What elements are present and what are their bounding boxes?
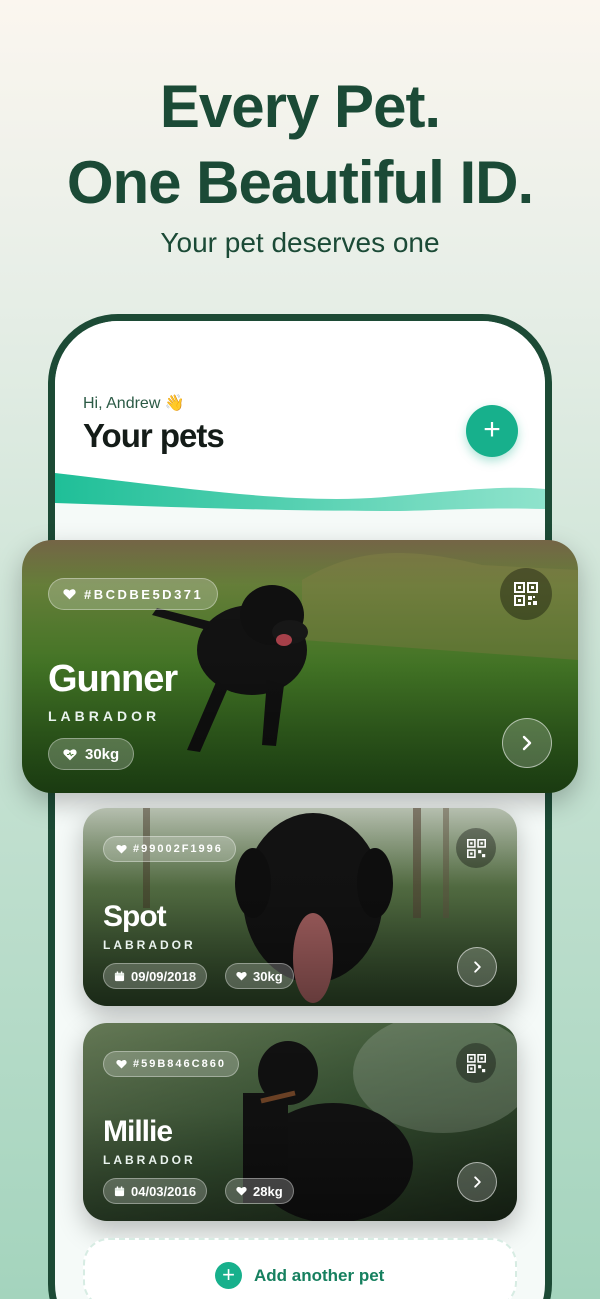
chevron-right-icon xyxy=(522,735,532,751)
pet-breed: LABRADOR xyxy=(48,708,161,724)
pet-breed: LABRADOR xyxy=(103,938,196,952)
pet-birthdate: 04/03/2016 xyxy=(131,1183,197,1199)
heart-icon xyxy=(63,589,76,600)
add-another-content: + Add another pet xyxy=(215,1262,384,1289)
page-title: Your pets xyxy=(83,417,225,454)
hero-title-line-2: One Beautiful ID. xyxy=(66,149,534,216)
pet-name: Millie xyxy=(103,1115,173,1148)
weight-badge: 28kg xyxy=(225,1178,294,1204)
pet-id: #99002F1996 xyxy=(133,843,223,855)
plus-icon: + xyxy=(215,1262,242,1289)
pet-id: #BCDBE5D371 xyxy=(84,586,204,602)
open-pet-button[interactable] xyxy=(457,947,497,987)
qr-code-icon xyxy=(514,582,538,606)
header-wave xyxy=(55,473,545,513)
pet-card[interactable]: #99002F1996 Spot LABRADOR 09/09/2018 30k… xyxy=(83,808,517,1006)
open-pet-button[interactable] xyxy=(457,1162,497,1202)
qr-code-icon xyxy=(466,838,486,858)
pet-birthdate: 09/09/2018 xyxy=(131,968,197,984)
weight-icon xyxy=(236,972,247,981)
hero-subtitle: Your pet deserves one xyxy=(160,227,440,258)
pet-id-badge: #BCDBE5D371 xyxy=(48,578,219,610)
pet-id: #59B846C860 xyxy=(133,1058,226,1070)
pet-id-badge: #99002F1996 xyxy=(103,836,236,862)
heart-icon xyxy=(116,845,127,854)
qr-code-button[interactable] xyxy=(500,568,552,620)
pet-name: Spot xyxy=(103,900,167,933)
pet-card[interactable]: #59B846C860 Millie LABRADOR 04/03/2016 2… xyxy=(83,1023,517,1221)
pet-weight: 30kg xyxy=(85,745,120,763)
add-another-pet-button[interactable]: + Add another pet xyxy=(83,1238,517,1299)
weight-icon xyxy=(63,748,77,760)
birthdate-badge: 04/03/2016 xyxy=(103,1178,208,1204)
pet-weight: 28kg xyxy=(253,1183,283,1199)
add-another-label: Add another pet xyxy=(254,1265,385,1285)
chevron-right-icon xyxy=(473,1176,481,1188)
weight-badge: 30kg xyxy=(48,738,135,770)
add-pet-button[interactable]: + xyxy=(466,405,518,457)
pet-id-badge: #59B846C860 xyxy=(103,1051,239,1077)
pet-breed: LABRADOR xyxy=(103,1153,196,1167)
greeting: Hi, Andrew 👋 xyxy=(83,395,185,412)
qr-code-button[interactable] xyxy=(456,828,496,868)
hero-title-line-1: Every Pet. xyxy=(159,73,441,140)
birthdate-badge: 09/09/2018 xyxy=(103,963,208,989)
heart-icon xyxy=(116,1060,127,1069)
qr-code-button[interactable] xyxy=(456,1043,496,1083)
calendar-icon xyxy=(114,970,125,981)
pet-weight: 30kg xyxy=(253,968,283,984)
calendar-icon xyxy=(114,1185,125,1196)
weight-badge: 30kg xyxy=(225,963,294,989)
chevron-right-icon xyxy=(473,961,481,973)
weight-icon xyxy=(236,1187,247,1196)
qr-code-icon xyxy=(466,1053,486,1073)
pet-card-featured[interactable]: #BCDBE5D371 Gunner LABRADOR 30kg xyxy=(22,540,578,793)
open-pet-button[interactable] xyxy=(502,718,552,768)
pet-name: Gunner xyxy=(48,658,178,700)
